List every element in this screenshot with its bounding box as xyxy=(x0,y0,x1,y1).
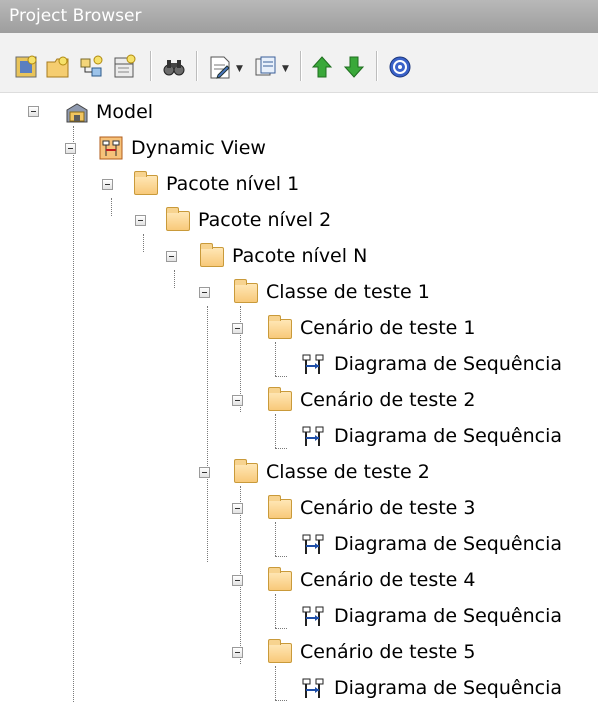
find-icon[interactable] xyxy=(160,53,188,81)
tree-connector xyxy=(275,376,287,377)
tree-connector xyxy=(111,198,112,216)
sequence-diagram-icon xyxy=(302,604,326,626)
collapse-toggle-pkg1[interactable] xyxy=(102,179,113,190)
new-diagram-icon[interactable] xyxy=(78,53,106,81)
tree-connector xyxy=(207,306,208,562)
toolbar-separator xyxy=(150,51,152,81)
collapse-toggle-scen3[interactable] xyxy=(232,503,243,514)
tree-connector xyxy=(143,234,144,252)
node-label: Cenário de teste 2 xyxy=(300,389,476,411)
node-label: Cenário de teste 3 xyxy=(300,497,476,519)
node-label: Model xyxy=(96,101,154,123)
new-package-icon[interactable] xyxy=(44,53,72,81)
tree-connector xyxy=(275,522,276,556)
document-icon[interactable] xyxy=(206,53,234,81)
node-label: Diagrama de Sequência xyxy=(334,533,562,555)
collapse-toggle-pkgN[interactable] xyxy=(166,251,177,262)
sequence-diagram-icon xyxy=(302,676,326,698)
sequence-diagram-icon xyxy=(302,352,326,374)
collapse-toggle-model[interactable] xyxy=(28,106,39,117)
toolbar-separator xyxy=(300,51,302,81)
view-icon[interactable] xyxy=(252,53,280,81)
folder-icon xyxy=(234,279,258,303)
move-down-icon[interactable] xyxy=(340,53,368,81)
toolbar-separator xyxy=(376,51,378,81)
sequence-diagram-icon xyxy=(302,424,326,446)
tree-connector xyxy=(275,628,287,629)
collapse-toggle-scen1[interactable] xyxy=(232,323,243,334)
node-label: Cenário de teste 4 xyxy=(300,569,476,591)
dynamic-view-icon xyxy=(99,136,123,160)
help-icon[interactable] xyxy=(386,53,414,81)
collapse-toggle-pkg2[interactable] xyxy=(135,215,146,226)
tree-connector xyxy=(73,126,74,702)
tree-connector xyxy=(275,414,276,448)
folder-icon xyxy=(200,243,224,267)
model-root-icon xyxy=(64,100,88,123)
collapse-toggle-class2[interactable] xyxy=(199,467,210,478)
project-browser-panel: Project Browser ▼ ▼ Model Dynamic View P… xyxy=(0,0,598,702)
move-up-icon[interactable] xyxy=(308,53,336,81)
node-label: Diagrama de Sequência xyxy=(334,677,562,699)
sequence-diagram-icon xyxy=(302,532,326,554)
document-dropdown-arrow[interactable]: ▼ xyxy=(236,64,243,74)
folder-icon xyxy=(268,639,292,663)
node-label: Pacote nível 1 xyxy=(166,173,300,195)
toolbar: ▼ ▼ xyxy=(0,33,598,93)
tree-connector xyxy=(275,556,287,557)
node-label: Cenário de teste 5 xyxy=(300,641,476,663)
toolbar-separator xyxy=(196,51,198,81)
node-label: Classe de teste 1 xyxy=(266,281,430,303)
folder-icon xyxy=(234,459,258,483)
tree-connector xyxy=(275,448,287,449)
node-label: Pacote nível N xyxy=(232,245,368,267)
tree-connector xyxy=(275,594,276,628)
folder-icon xyxy=(268,387,292,411)
folder-icon xyxy=(134,171,158,195)
tree-connector xyxy=(174,270,175,288)
folder-icon xyxy=(268,495,292,519)
tree-connector xyxy=(275,342,276,376)
node-label: Diagrama de Sequência xyxy=(334,605,562,627)
collapse-toggle-scen5[interactable] xyxy=(232,647,243,658)
collapse-toggle-scen2[interactable] xyxy=(232,395,243,406)
node-label: Cenário de teste 1 xyxy=(300,317,476,339)
folder-icon xyxy=(268,315,292,339)
folder-icon xyxy=(268,567,292,591)
node-label: Diagrama de Sequência xyxy=(334,425,562,447)
project-tree: Model Dynamic View Pacote nível 1 Pacote… xyxy=(0,92,598,702)
tree-connector xyxy=(275,666,276,700)
node-label: Dynamic View xyxy=(131,137,266,159)
folder-icon xyxy=(166,207,190,231)
node-label: Diagrama de Sequência xyxy=(334,353,562,375)
collapse-toggle-scen4[interactable] xyxy=(232,575,243,586)
view-dropdown-arrow[interactable]: ▼ xyxy=(282,64,289,74)
panel-title: Project Browser xyxy=(0,0,598,33)
new-model-icon[interactable] xyxy=(12,53,40,81)
collapse-toggle-class1[interactable] xyxy=(199,287,210,298)
node-label: Pacote nível 2 xyxy=(198,209,332,231)
new-element-icon[interactable] xyxy=(110,53,138,81)
tree-connector xyxy=(275,700,287,701)
collapse-toggle-dynamic-view[interactable] xyxy=(65,143,76,154)
node-label: Classe de teste 2 xyxy=(266,461,430,483)
